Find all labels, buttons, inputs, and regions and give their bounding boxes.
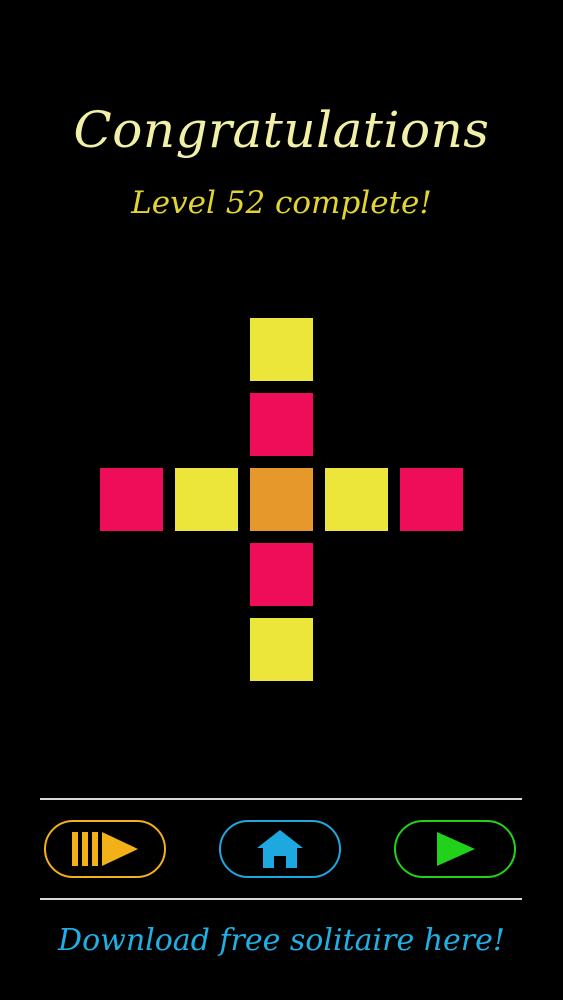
tile-yellow-r0-c2[interactable] — [250, 318, 313, 381]
tile-yellow-r4-c2[interactable] — [250, 618, 313, 681]
tile-yellow-r2-c3[interactable] — [325, 468, 388, 531]
download-solitaire-link[interactable]: Download free solitaire here! — [0, 918, 563, 964]
tile-pink-r3-c2[interactable] — [250, 543, 313, 606]
tile-pink-r2-c4[interactable] — [400, 468, 463, 531]
tile-orange-r2-c2[interactable] — [250, 468, 313, 531]
top-divider — [40, 798, 522, 800]
play-icon — [433, 831, 477, 867]
level-select-button[interactable] — [44, 820, 166, 878]
level-select-icon — [70, 831, 140, 867]
tile-pink-r2-c0[interactable] — [100, 468, 163, 531]
home-icon — [256, 829, 304, 869]
level-complete-subtitle: Level 52 complete! — [131, 185, 432, 221]
title: Congratulations — [73, 101, 490, 159]
tile-yellow-r2-c1[interactable] — [175, 468, 238, 531]
home-button[interactable] — [219, 820, 341, 878]
next-level-button[interactable] — [394, 820, 516, 878]
tile-pink-r1-c2[interactable] — [250, 393, 313, 456]
bottom-divider — [40, 898, 522, 900]
